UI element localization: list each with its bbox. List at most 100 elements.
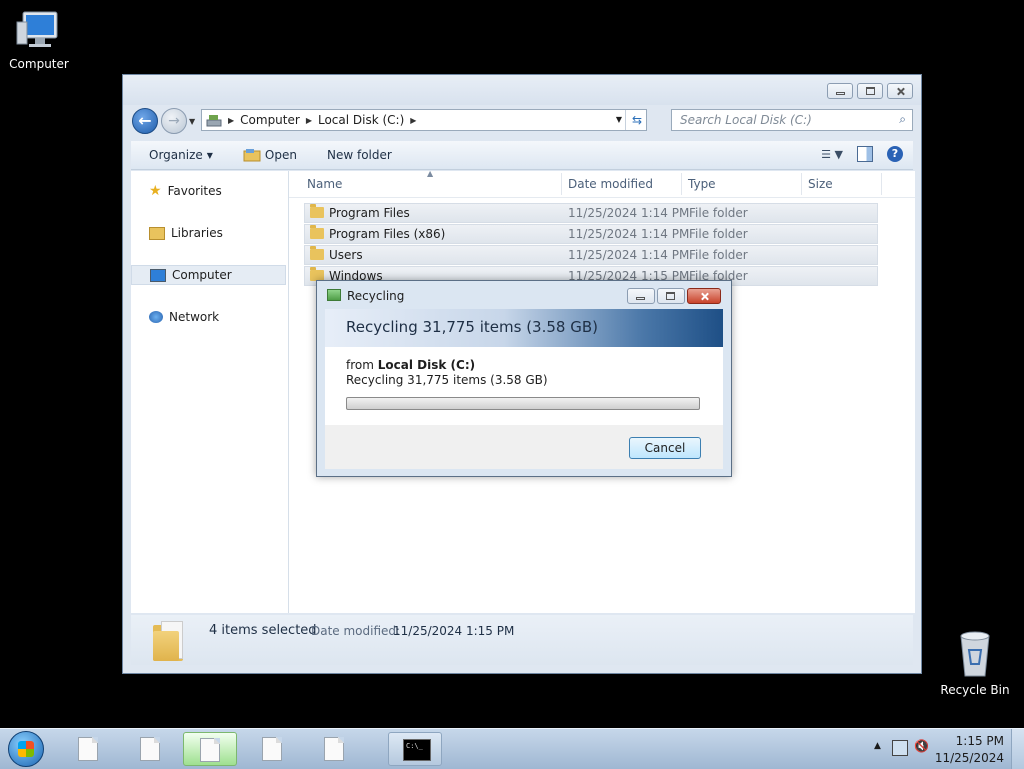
taskbar-app[interactable] [246,732,300,766]
breadcrumb-local-disk[interactable]: Local Disk (C:) [318,113,404,127]
row-name: Users [329,248,363,262]
recycle-bin-icon [960,631,990,677]
recycle-app-icon [327,289,341,301]
from-location: Local Disk (C:) [377,358,476,372]
desktop-computer-label: Computer [9,57,69,71]
show-desktop-button[interactable] [1011,729,1024,769]
network-tray-icon[interactable] [892,740,908,756]
dialog-maximize-button[interactable] [657,288,685,304]
document-icon [140,737,160,761]
computer-small-icon [150,268,166,282]
nav-computer[interactable]: Computer [131,265,286,285]
breadcrumb-computer[interactable]: Computer [240,113,300,127]
nav-libraries[interactable]: Libraries [131,223,286,243]
dialog-heading: Recycling 31,775 items (3.58 GB) [346,318,598,336]
show-hidden-icons[interactable]: ▲ [874,741,881,751]
clock-date[interactable]: 11/25/2024 [935,751,1004,765]
column-type[interactable]: Type [688,177,716,191]
table-row[interactable]: Users 11/25/2024 1:14 PM File folder [304,245,878,265]
volume-muted-icon[interactable]: 🔇 [914,739,929,753]
refresh-icon[interactable]: ⇆ [625,110,648,130]
document-icon [324,737,344,761]
dialog-from-line: from Local Disk (C:) [346,358,475,372]
row-name: Program Files (x86) [329,227,446,241]
from-prefix: from [346,358,374,372]
open-label: Open [264,148,297,162]
dialog-title: Recycling [347,289,405,303]
date-modified-value: 11/25/2024 1:15 PM [393,624,515,638]
table-row[interactable]: Program Files 11/25/2024 1:14 PM File fo… [304,203,878,223]
selection-count: 4 items selected [209,623,317,638]
address-bar[interactable]: ▶ Computer ▶ Local Disk (C:) ▶ ▼ ⇆ [201,109,647,131]
folder-large-icon [153,621,183,661]
column-date-modified[interactable]: Date modified [568,177,653,191]
nav-network[interactable]: Network [131,307,286,327]
nav-network-label: Network [169,310,220,324]
chevron-down-icon: ▼ [206,150,213,160]
help-icon[interactable]: ? [887,146,903,162]
dialog-header: Recycling 31,775 items (3.58 GB) [325,309,723,347]
libraries-icon [149,226,165,240]
row-name: Program Files [329,206,410,220]
open-button[interactable]: Open [243,148,297,162]
row-type: File folder [689,227,748,241]
taskbar-app-active[interactable] [183,732,237,766]
search-icon[interactable]: ⌕ [899,112,906,127]
desktop-recycle-bin[interactable]: Recycle Bin [933,630,1017,697]
taskbar-app-cmd[interactable]: C:\_ [388,732,442,766]
breadcrumb-chevron-icon: ▶ [410,115,417,125]
taskbar-app[interactable] [308,732,362,766]
explorer-titlebar[interactable] [123,75,921,105]
document-icon [78,737,98,761]
preview-pane-icon[interactable] [857,146,873,162]
desktop-computer[interactable]: Computer [0,8,81,71]
organize-button[interactable]: Organize ▼ [149,148,213,162]
dialog-description: Recycling 31,775 items (3.58 GB) [346,373,548,387]
breadcrumb-chevron-icon: ▶ [305,115,312,125]
star-icon: ★ [149,183,162,199]
recent-pages-dropdown[interactable]: ▼ [189,117,195,126]
command-bar: Organize ▼ Open New folder ☰ ▼ ? [131,141,913,170]
cancel-button[interactable]: Cancel [629,437,701,459]
column-headers: Name ▲ Date modified Type Size [289,169,915,198]
row-date: 11/25/2024 1:14 PM [568,248,690,262]
search-placeholder: Search Local Disk (C:) [680,113,812,127]
folder-icon [310,246,324,260]
folder-icon [310,225,324,239]
start-button[interactable] [8,731,44,767]
navigation-pane: ★ Favorites Libraries Computer Network [131,171,289,613]
dialog-close-button[interactable] [687,288,721,304]
network-icon [149,311,163,323]
folder-icon [310,204,324,218]
date-modified-label: Date modified: [311,624,401,638]
address-dropdown-icon[interactable]: ▼ [616,115,622,124]
drive-icon [206,115,222,127]
organize-label: Organize [149,148,203,162]
clock-time[interactable]: 1:15 PM [956,734,1004,748]
maximize-button[interactable] [857,83,883,99]
close-button[interactable] [887,83,913,99]
table-row[interactable]: Program Files (x86) 11/25/2024 1:14 PM F… [304,224,878,244]
nav-favorites[interactable]: ★ Favorites [131,181,286,201]
back-button[interactable]: ← [132,108,158,134]
forward-button[interactable]: → [161,108,187,134]
recycling-dialog: Recycling Recycling 31,775 items (3.58 G… [316,280,732,477]
dialog-minimize-button[interactable] [627,288,655,304]
search-input[interactable]: Search Local Disk (C:) ⌕ [671,109,913,131]
desktop-recycle-bin-label: Recycle Bin [940,683,1010,697]
row-date: 11/25/2024 1:14 PM [568,206,690,220]
view-options-icon[interactable]: ☰ ▼ [821,148,843,161]
command-prompt-icon: C:\_ [403,739,431,761]
document-icon [262,737,282,761]
taskbar-app[interactable] [124,732,178,766]
dialog-footer: Cancel [325,425,723,469]
taskbar-app[interactable] [62,732,116,766]
column-name[interactable]: Name [307,177,342,191]
row-type: File folder [689,206,748,220]
new-folder-button[interactable]: New folder [327,148,392,162]
column-size[interactable]: Size [808,177,833,191]
computer-icon [16,11,58,47]
system-tray: ▲ 🔇 1:15 PM 11/25/2024 [864,729,1024,769]
details-pane: 4 items selected Date modified: 11/25/20… [131,615,913,665]
minimize-button[interactable] [827,83,853,99]
